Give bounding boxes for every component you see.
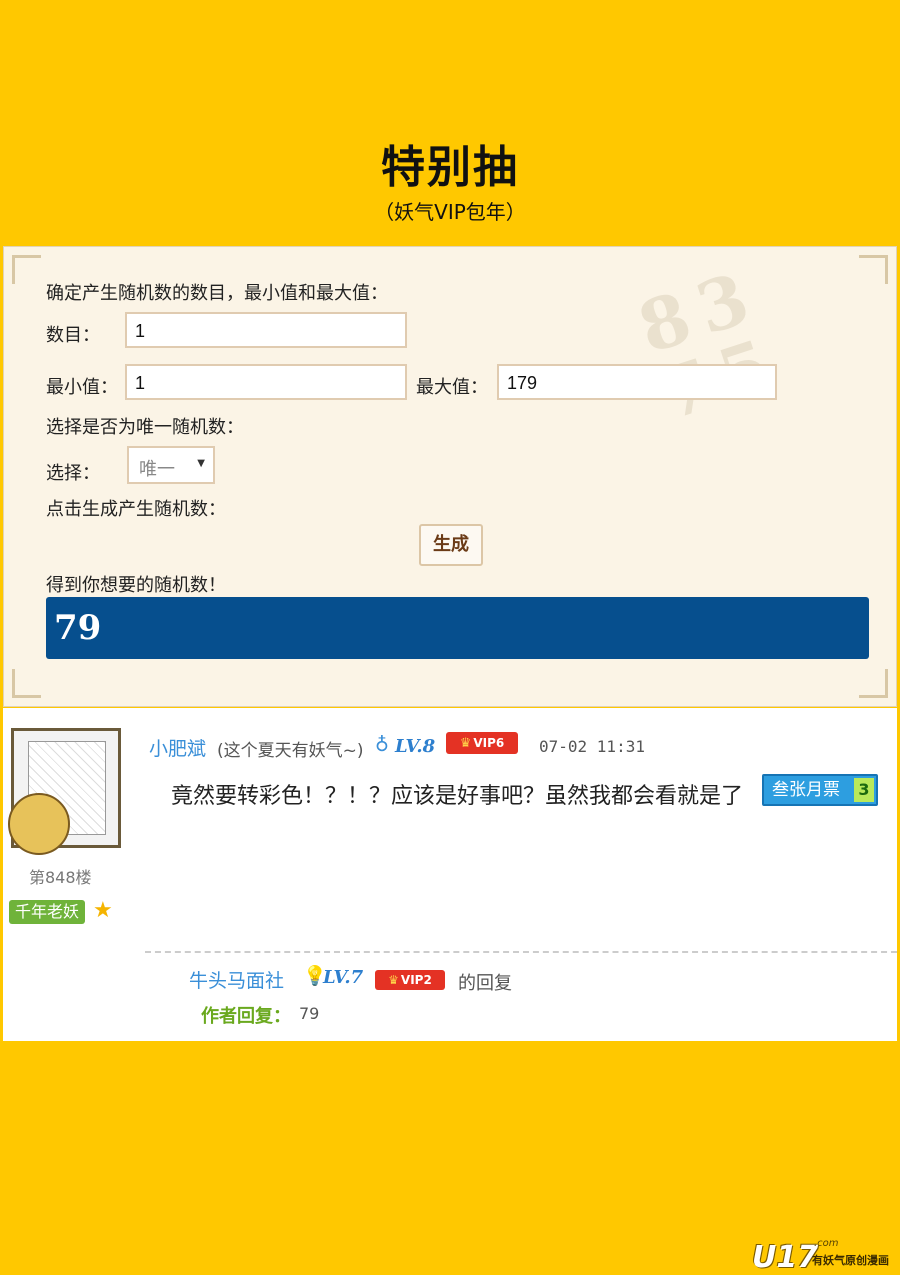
reply-level-badge: LV.7 bbox=[323, 967, 364, 988]
max-input[interactable]: 179 bbox=[497, 364, 777, 400]
min-input[interactable]: 1 bbox=[125, 364, 407, 400]
count-input[interactable]: 1 bbox=[125, 312, 407, 348]
level-badge: LV.8 bbox=[395, 736, 436, 757]
unique-select-value: 唯一 bbox=[139, 459, 175, 480]
reply-vip-label: VIP2 bbox=[400, 973, 432, 987]
page-title: 特别抽 bbox=[381, 142, 519, 193]
unique-instruction: 选择是否为唯一随机数： bbox=[46, 417, 244, 438]
ticket-count: 3 bbox=[854, 778, 874, 802]
logo-main: U17 bbox=[752, 1240, 819, 1275]
result-display: 79 bbox=[46, 597, 869, 659]
author-reply-label: 作者回复： bbox=[201, 1006, 291, 1027]
instruction-text: 确定产生随机数的数目，最小值和最大值： bbox=[46, 283, 388, 304]
max-label: 最大值： bbox=[416, 377, 488, 398]
comment-signature: (这个夏天有妖气~) bbox=[217, 741, 364, 761]
comment-username[interactable]: 小肥斌 bbox=[149, 734, 206, 761]
reply-suffix: 的回复 bbox=[458, 973, 512, 994]
generate-button[interactable]: 生成 bbox=[419, 524, 483, 566]
min-label: 最小值： bbox=[46, 377, 118, 398]
unique-select[interactable]: 唯一 ▼ bbox=[127, 446, 215, 484]
floor-number: 第848楼 bbox=[29, 868, 92, 887]
comment-timestamp: 07-02 11:31 bbox=[539, 737, 645, 756]
vip-badge: ♛ VIP6 bbox=[446, 732, 518, 754]
logo-tagline: 有妖气原创漫画 bbox=[812, 1254, 889, 1267]
author-reply-value: 79 bbox=[299, 1004, 320, 1023]
crown-icon: ♛ bbox=[388, 973, 399, 987]
logo-domain: .com bbox=[814, 1238, 839, 1249]
ring-icon: ♁ bbox=[375, 734, 389, 756]
corner-ornament bbox=[859, 669, 888, 698]
rank-badge: 千年老妖 bbox=[9, 900, 86, 924]
rank-star-icon: ★ bbox=[93, 898, 113, 923]
count-label: 数目： bbox=[46, 325, 100, 346]
comment-text: 竟然要转彩色！？！？应该是好事吧？虽然我都会看就是了 bbox=[171, 784, 744, 809]
ticket-label: 叁张月票 bbox=[772, 780, 840, 800]
avatar[interactable] bbox=[8, 728, 121, 855]
result-label: 得到你想要的随机数！ bbox=[46, 575, 226, 596]
select-label: 选择： bbox=[46, 463, 100, 484]
reply-divider bbox=[145, 951, 897, 953]
random-generator-panel: 8 37 5 确定产生随机数的数目，最小值和最大值： 数目： 1 最小值： 1 … bbox=[3, 246, 897, 707]
page-subtitle: （妖气VIP包年） bbox=[374, 200, 526, 224]
u17-logo: U17 .com 有妖气原创漫画 bbox=[752, 1238, 889, 1275]
vip-label: VIP6 bbox=[473, 736, 505, 750]
monthly-ticket-badge: 叁张月票 3 bbox=[762, 774, 878, 806]
corner-ornament bbox=[12, 669, 41, 698]
corner-ornament bbox=[12, 255, 41, 284]
reply-username[interactable]: 牛头马面社 bbox=[189, 966, 284, 993]
dropdown-arrow-icon: ▼ bbox=[197, 458, 205, 469]
crown-icon: ♛ bbox=[459, 736, 472, 751]
generate-instruction: 点击生成产生随机数： bbox=[46, 499, 226, 520]
comment-post: 第848楼 千年老妖 ★ 小肥斌 (这个夏天有妖气~) ♁ LV.8 ♛ VIP6… bbox=[3, 708, 897, 1041]
header: 特别抽 （妖气VIP包年） bbox=[0, 138, 900, 226]
reply-vip-badge: ♛ VIP2 bbox=[375, 970, 445, 990]
avatar-mascot-image bbox=[8, 793, 70, 855]
